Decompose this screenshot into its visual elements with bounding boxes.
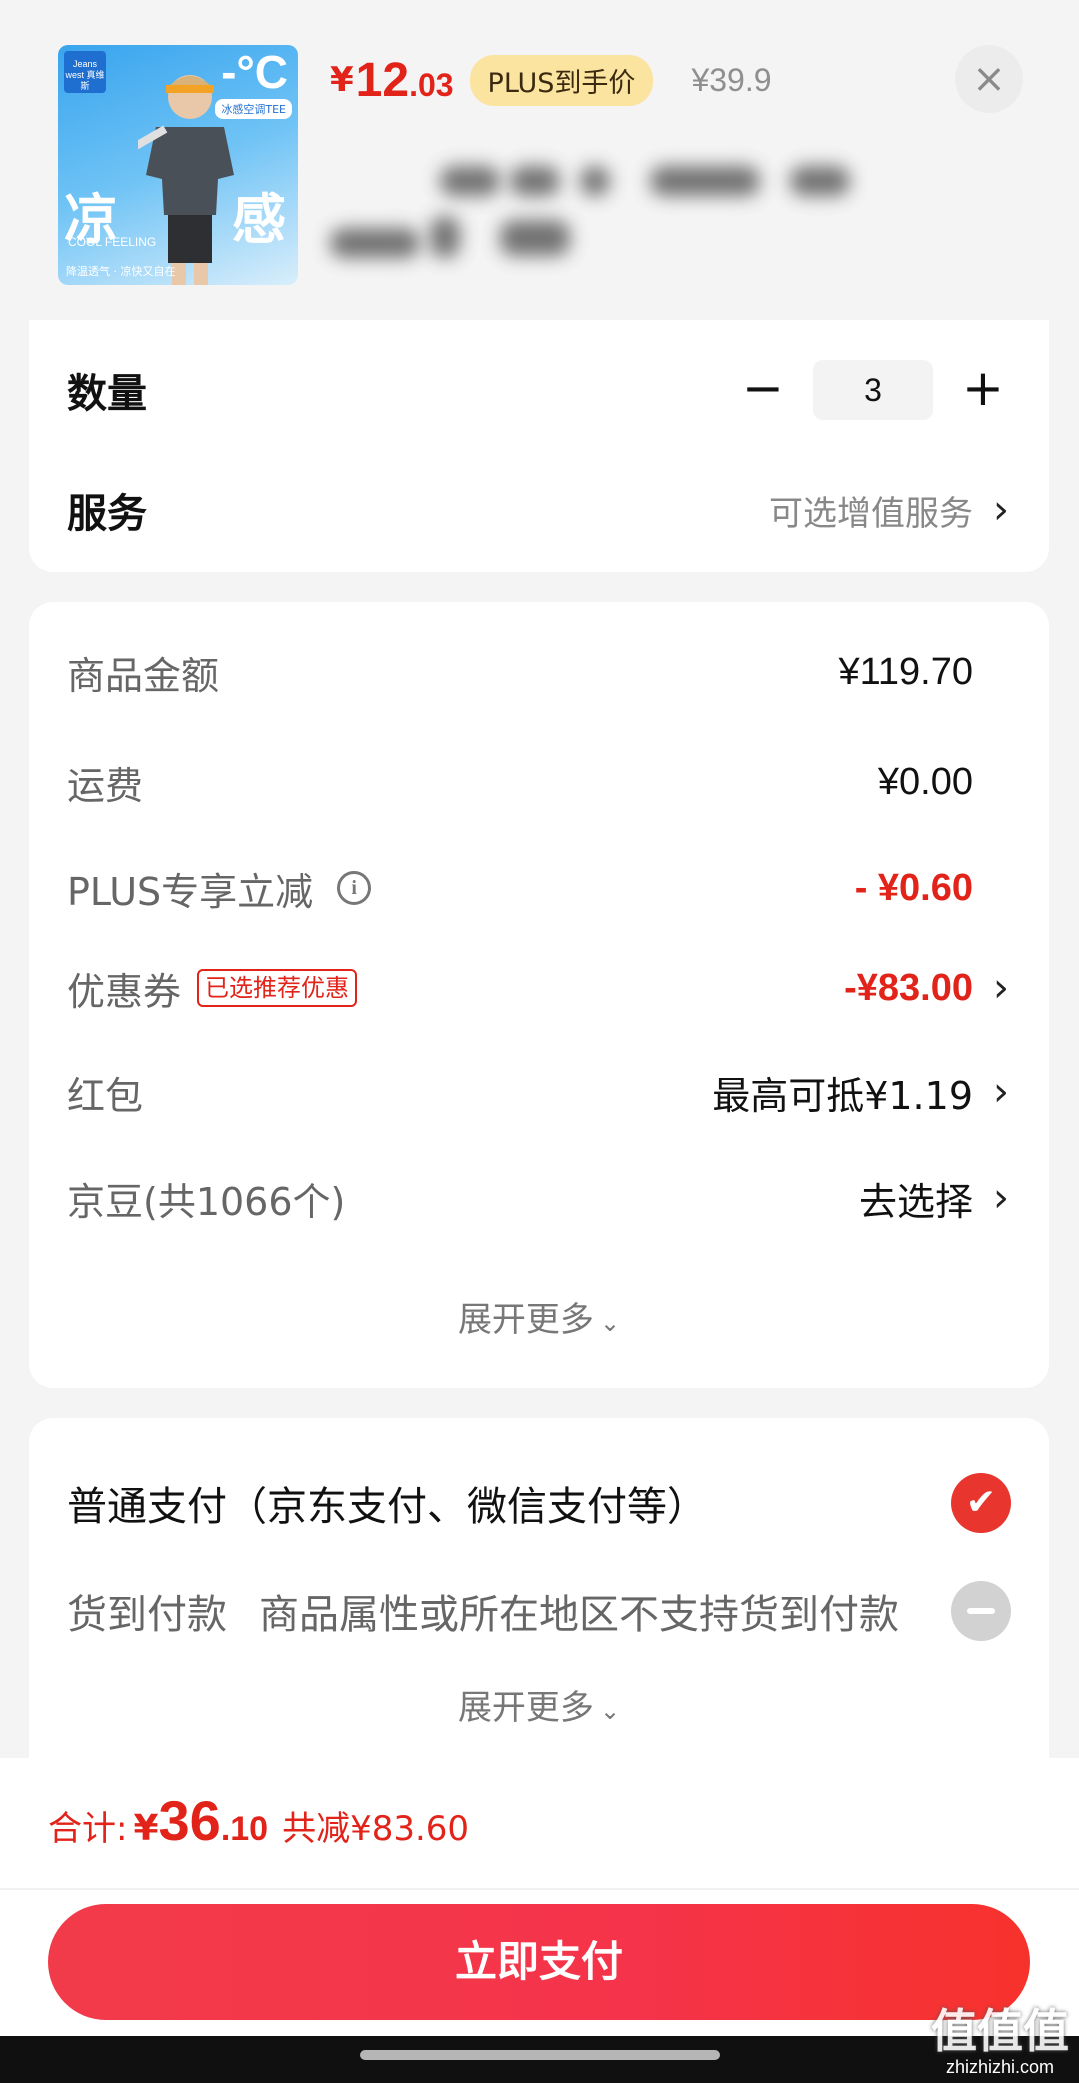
chevron-right-icon: › xyxy=(993,965,1009,1011)
thumbnail-footer-text: 降温透气 · 凉快又自在 xyxy=(66,265,176,278)
price-row: ¥ 12 .03 PLUS到手价 ¥39.9 xyxy=(330,50,772,110)
payment-option-note: 商品属性或所在地区不支持货到付款 xyxy=(259,1592,899,1638)
price-decimal: .03 xyxy=(409,66,454,103)
summary-label: PLUS专享立减 xyxy=(67,869,314,914)
summary-value: 最高可抵¥1.19 xyxy=(712,1073,973,1118)
site-watermark: 值值值 zhizhizhi.com xyxy=(925,1995,1075,2077)
system-nav-bar xyxy=(0,2036,1079,2083)
original-price: ¥39.9 xyxy=(691,61,772,98)
price-integer: 12 xyxy=(355,53,410,107)
increase-button[interactable]: + xyxy=(955,362,1011,418)
watermark-logo: 值值值 xyxy=(931,2004,1069,2058)
summary-value: ¥0.00 xyxy=(877,760,973,803)
summary-row-goods-amount: 商品金额 ¥119.70 xyxy=(67,632,1011,712)
pay-now-button[interactable]: 立即支付 xyxy=(48,1904,1030,2020)
info-icon[interactable]: i xyxy=(337,871,372,905)
decrease-button[interactable]: − xyxy=(735,362,791,418)
summary-row-shipping: 运费 ¥0.00 xyxy=(67,742,1011,822)
total-label: 合计: xyxy=(48,1809,128,1849)
coupon-selected-tag: 已选推荐优惠 xyxy=(197,969,358,1007)
home-indicator[interactable] xyxy=(360,2050,720,2060)
summary-value: - ¥0.60 xyxy=(854,866,973,909)
plus-price-badge: PLUS到手价 xyxy=(469,54,654,106)
chevron-down-icon: ⌄ xyxy=(599,1697,621,1725)
quantity-label: 数量 xyxy=(67,371,147,417)
summary-row-jd-beans[interactable]: 京豆(共1066个) 去选择 › xyxy=(67,1158,1011,1238)
chevron-down-icon: ⌄ xyxy=(599,1309,621,1337)
summary-label: 京豆(共1066个) xyxy=(67,1179,346,1224)
payment-expand-more-button[interactable]: 展开更多 ⌄ xyxy=(29,1680,1049,1729)
price-summary-card: 商品金额 ¥119.70 运费 ¥0.00 PLUS专享立减 i - ¥0.60… xyxy=(29,602,1049,1388)
quantity-row: 数量 − 3 + xyxy=(67,342,1011,438)
total-currency: ¥ xyxy=(133,1808,159,1849)
summary-row-coupon[interactable]: 优惠券 已选推荐优惠 -¥83.00 › xyxy=(67,948,1011,1028)
total-integer: 36 xyxy=(158,1789,221,1852)
total-decimal: .10 xyxy=(220,1810,269,1848)
summary-label: 优惠券 xyxy=(67,969,182,1014)
expand-more-button[interactable]: 展开更多 ⌄ xyxy=(29,1292,1049,1341)
payment-option-label: 普通支付（京东支付、微信支付等） xyxy=(67,1484,707,1530)
summary-label: 商品金额 xyxy=(67,653,220,698)
expand-more-label: 展开更多 xyxy=(457,1300,594,1340)
summary-row-plus-discount: PLUS专享立减 i - ¥0.60 xyxy=(67,848,1011,928)
summary-label: 运费 xyxy=(67,763,144,808)
brand-logo: Jeans west 真维斯 xyxy=(64,51,106,93)
product-thumbnail[interactable]: Jeans west 真维斯 -°C 冰感空调TEE 凉 感 COOL FEEL… xyxy=(58,45,298,285)
service-row[interactable]: 服务 可选增值服务 › xyxy=(67,462,1011,558)
summary-value: -¥83.00 xyxy=(844,966,973,1009)
quantity-input[interactable]: 3 xyxy=(813,360,933,420)
chevron-right-icon: › xyxy=(993,1175,1009,1221)
close-button[interactable]: × xyxy=(955,45,1023,113)
quantity-stepper[interactable]: − 3 + xyxy=(735,360,1011,420)
summary-row-red-packet[interactable]: 红包 最高可抵¥1.19 › xyxy=(67,1052,1011,1132)
payment-option-cod: 货到付款 商品属性或所在地区不支持货到付款 xyxy=(67,1566,1011,1656)
thumbnail-big-text-right: 感 xyxy=(232,188,286,251)
total-row: 合计: ¥ 36 .10 共减¥83.60 xyxy=(48,1788,469,1853)
total-saved: 共减¥83.60 xyxy=(282,1809,470,1849)
payment-option-label: 货到付款 xyxy=(67,1592,227,1638)
checkmark-selected-icon[interactable]: ✔ xyxy=(951,1473,1011,1533)
price-currency: ¥ xyxy=(330,60,354,100)
disabled-minus-icon xyxy=(951,1581,1011,1641)
payment-method-card: 普通支付（京东支付、微信支付等） ✔ 货到付款 商品属性或所在地区不支持货到付款… xyxy=(29,1418,1049,1758)
chevron-right-icon: › xyxy=(993,487,1009,533)
model-figure-image xyxy=(138,75,234,285)
summary-value: ¥119.70 xyxy=(838,650,973,693)
expand-more-label: 展开更多 xyxy=(457,1688,594,1728)
close-icon: × xyxy=(972,56,1006,102)
cool-feeling-text: COOL FEELING xyxy=(68,235,157,249)
chevron-right-icon: › xyxy=(993,1069,1009,1115)
service-label: 服务 xyxy=(67,491,147,537)
summary-label: 红包 xyxy=(67,1073,144,1118)
payment-option-normal[interactable]: 普通支付（京东支付、微信支付等） ✔ xyxy=(67,1458,1011,1548)
service-value: 可选增值服务 xyxy=(769,493,973,534)
summary-value: 去选择 xyxy=(858,1179,973,1224)
divider xyxy=(0,1888,1079,1890)
checkout-bar: 合计: ¥ 36 .10 共减¥83.60 立即支付 xyxy=(0,1758,1079,2083)
product-name-blurred xyxy=(330,150,890,260)
product-header: Jeans west 真维斯 -°C 冰感空调TEE 凉 感 COOL FEEL… xyxy=(0,0,1079,320)
quantity-service-card: 数量 − 3 + 服务 可选增值服务 › xyxy=(29,320,1049,572)
